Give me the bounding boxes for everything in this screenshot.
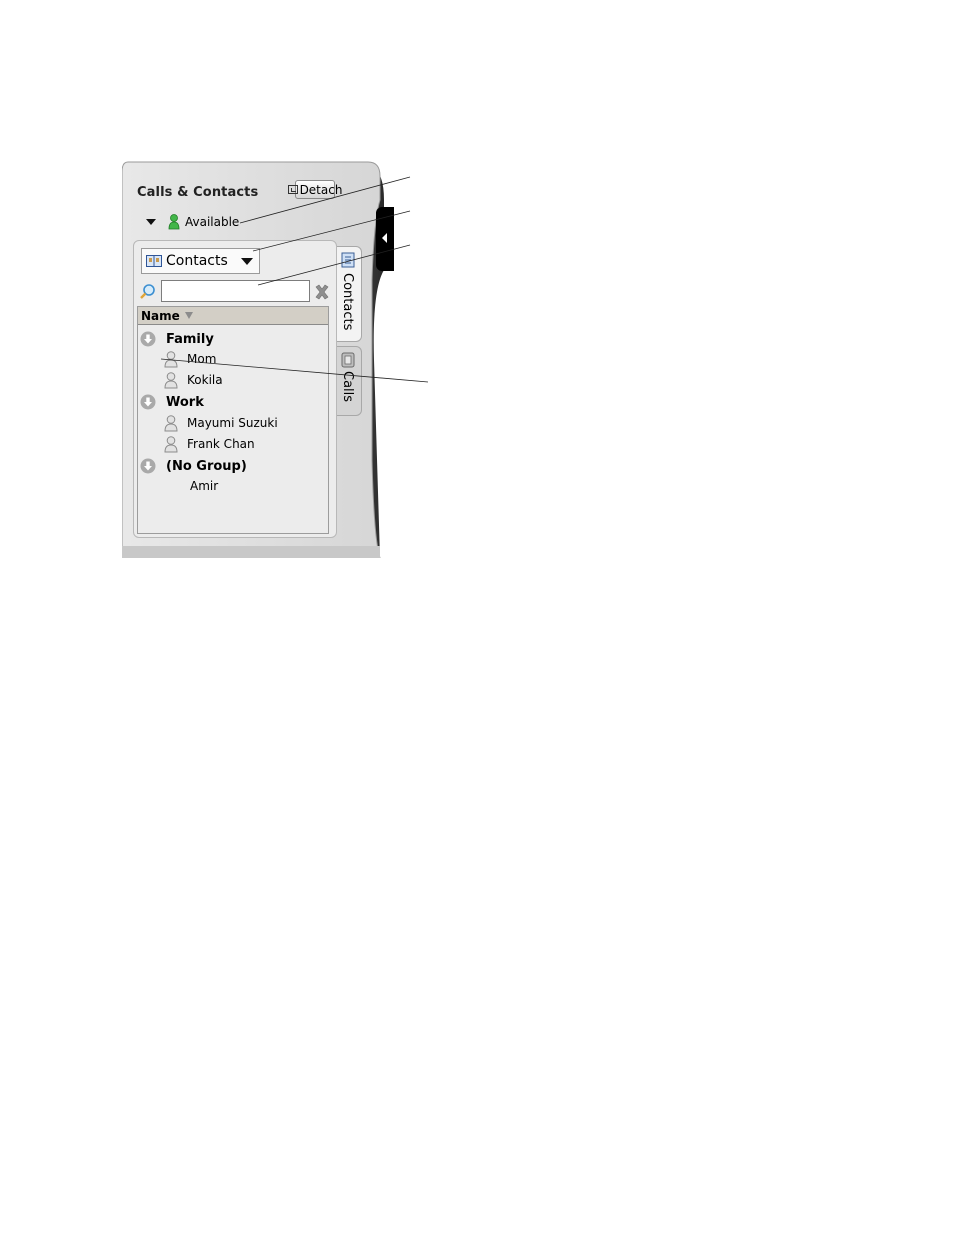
list-item[interactable]: Mom [138,349,216,369]
group-row-work[interactable]: Work [138,392,204,412]
detach-label: Detach [299,182,343,197]
group-label: Family [166,331,214,347]
collapse-handle[interactable] [376,207,394,271]
list-item[interactable]: Amir [138,476,218,496]
book-icon [146,255,162,267]
list-item[interactable]: Mayumi Suzuki [138,413,278,433]
contacts-dropdown[interactable]: Contacts [141,248,260,274]
group-row-family[interactable]: Family [138,329,214,349]
list-item[interactable]: Kokila [138,370,223,390]
detach-window-icon [287,185,298,194]
x-icon[interactable] [314,284,330,300]
chevron-left-icon [382,233,387,243]
contact-name: Kokila [187,373,223,387]
status-selector[interactable]: Available [145,213,239,231]
gray-person-icon [164,371,178,388]
search-input[interactable] [161,280,310,302]
gray-person-icon [164,435,178,452]
contact-name: Frank Chan [187,437,255,451]
chevron-down-icon [241,258,253,265]
status-label: Available [185,215,240,229]
phone-icon [341,352,355,368]
contact-name: Mom [187,352,217,366]
name-column-header[interactable]: Name [138,307,328,325]
address-book-icon [341,252,355,268]
contacts-dropdown-value: Contacts [166,253,228,269]
chevron-down-icon [146,219,156,225]
tab-contacts-label: Contacts [340,273,355,331]
tab-contacts[interactable]: Contacts [336,246,362,342]
list-item[interactable]: Frank Chan [138,434,255,454]
group-label: (No Group) [166,458,247,474]
contact-name: Mayumi Suzuki [187,416,278,430]
green-person-icon [168,214,180,230]
collapse-arrow-icon [140,394,156,410]
contact-name: Amir [190,479,219,493]
window-title: Calls & Contacts [137,185,259,200]
group-label: Work [166,394,204,410]
group-row-no-group[interactable]: (No Group) [138,456,247,476]
name-column-label: Name [141,308,180,323]
tab-calls[interactable]: Calls [336,346,362,416]
collapse-arrow-icon [140,458,156,474]
magnifier-icon [140,284,155,299]
sort-desc-icon [184,312,193,319]
gray-person-icon [164,350,178,367]
search-row [139,280,334,304]
contact-list: Name Family Mom Kokila Work Mayumi Suzuk… [137,306,329,534]
detach-button[interactable]: Detach [287,180,342,199]
tab-calls-label: Calls [340,371,355,403]
gray-person-icon [164,414,178,431]
collapse-arrow-icon [140,331,156,347]
